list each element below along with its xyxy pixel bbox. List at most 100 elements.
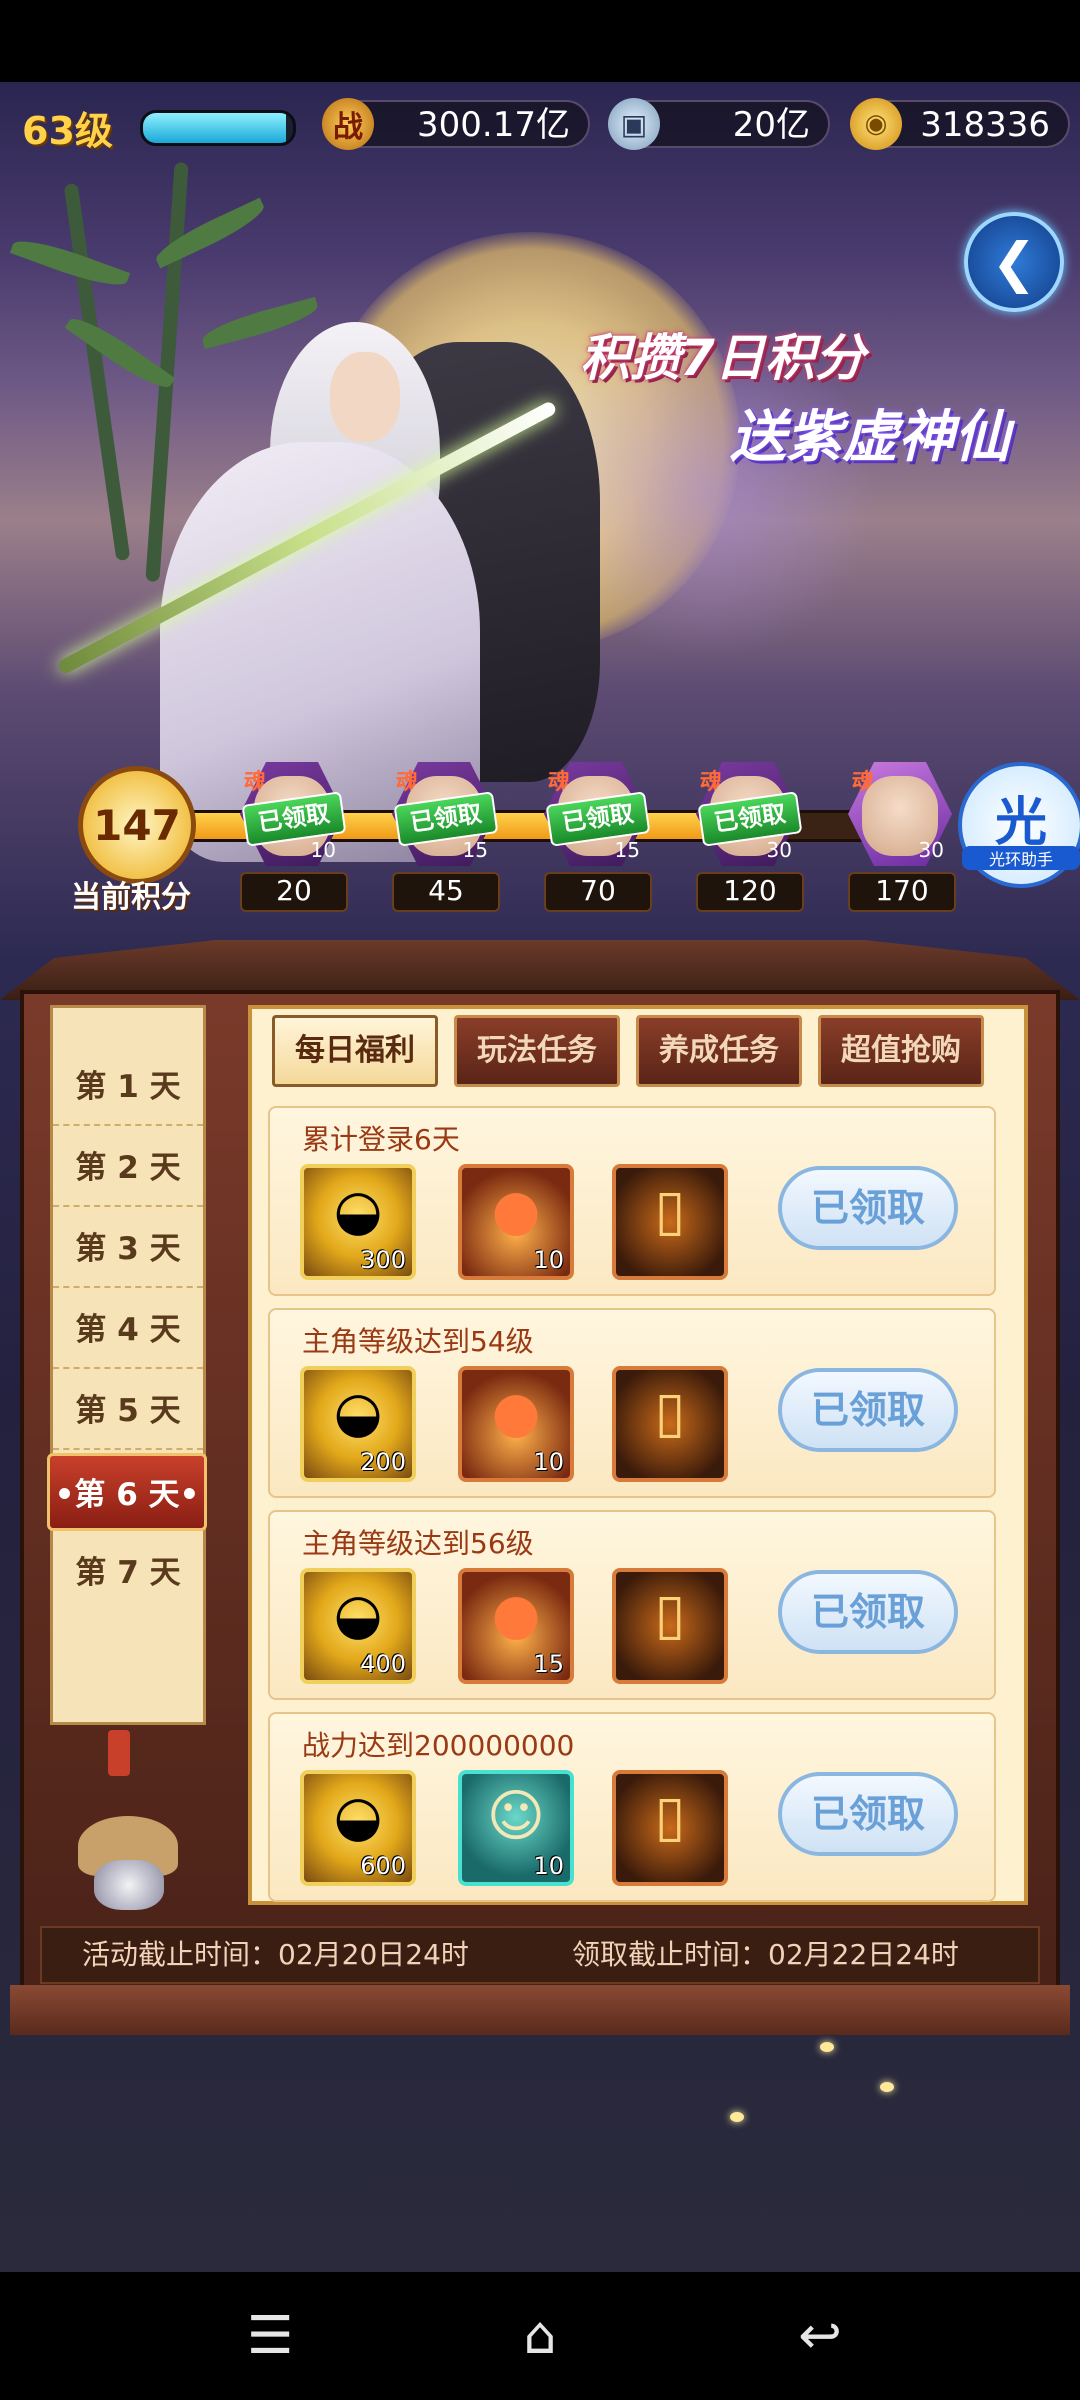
menu-icon: ☰	[246, 2306, 294, 2366]
reward-node-5[interactable]: 魂 30	[848, 762, 952, 866]
item-count: 200	[360, 1448, 406, 1476]
banner-line-1: 积攒7日积分	[580, 329, 865, 387]
tab-growth-tasks[interactable]: 养成任务	[636, 1015, 802, 1087]
hero-illustration	[40, 282, 600, 862]
gold-ingot-icon: ◒	[333, 1178, 383, 1243]
reward-node-1[interactable]: 魂 已领取 10	[240, 762, 347, 866]
ticket-icon: ▯	[654, 1178, 686, 1243]
ticket-icon: ▯	[654, 1582, 686, 1647]
task-title: 累计登录6天	[302, 1123, 460, 1156]
node-score: 45	[392, 872, 500, 912]
reward-item[interactable]: ● 10	[458, 1366, 574, 1482]
exp-bar	[140, 110, 296, 146]
item-count: 600	[360, 1852, 406, 1880]
task-title: 主角等级达到56级	[302, 1527, 534, 1560]
node-count: 10	[310, 838, 336, 862]
day-tab-5[interactable]: 第 5 天	[53, 1372, 203, 1450]
back-button[interactable]: ❮	[964, 212, 1064, 312]
day-tab-2[interactable]: 第 2 天	[53, 1129, 203, 1207]
node-count: 15	[462, 838, 488, 862]
reward-item[interactable]: ◒ 300	[300, 1164, 416, 1280]
claim-deadline: 领取截止时间：02月22日24时	[572, 1938, 959, 1971]
day-tab-7[interactable]: 第 7 天	[53, 1534, 203, 1612]
assistant-label: 光环助手	[962, 846, 1080, 870]
system-nav-bar: ☰ ⌂ ↩	[0, 2272, 1080, 2400]
task-card: 主角等级达到56级 ◒ 400 ● 15 ▯ 已领取	[268, 1510, 996, 1700]
orb-icon: ●	[491, 1582, 541, 1647]
home-icon: ⌂	[523, 2306, 557, 2366]
orb-icon: ●	[491, 1380, 541, 1445]
day-tab-3[interactable]: 第 3 天	[53, 1210, 203, 1288]
node-count: 30	[918, 838, 944, 862]
day-tab-6[interactable]: •第 6 天•	[47, 1453, 207, 1531]
reward-item[interactable]: ◒ 600	[300, 1770, 416, 1886]
player-level: 63级	[22, 109, 113, 153]
back-nav-button[interactable]: ↩	[760, 2292, 880, 2380]
deadline-bar: 活动截止时间：02月20日24时 领取截止时间：02月22日24时	[40, 1926, 1040, 1984]
ticket-icon: ▯	[654, 1784, 686, 1849]
reward-item[interactable]: ▯	[612, 1568, 728, 1684]
tassel-icon	[108, 1730, 130, 1776]
reward-item[interactable]: ◒ 200	[300, 1366, 416, 1482]
day-tab-1[interactable]: 第 1 天	[53, 1048, 203, 1126]
node-score: 20	[240, 872, 348, 912]
reward-item[interactable]: ▯	[612, 1366, 728, 1482]
menu-button[interactable]: ☰	[210, 2292, 330, 2380]
reward-item[interactable]: ● 15	[458, 1568, 574, 1684]
reward-item[interactable]: ● 10	[458, 1164, 574, 1280]
day-sidebar: 第 1 天 第 2 天 第 3 天 第 4 天 第 5 天 •第 6 天• 第 …	[47, 1005, 207, 1725]
task-title: 主角等级达到54级	[302, 1325, 534, 1358]
item-count: 10	[533, 1852, 564, 1880]
orb-icon: ●	[491, 1178, 541, 1243]
task-title: 战力达到200000000	[302, 1729, 575, 1762]
tab-gameplay-tasks[interactable]: 玩法任务	[454, 1015, 620, 1087]
day-tab-4[interactable]: 第 4 天	[53, 1291, 203, 1369]
gold-ingot-icon: ◒	[333, 1380, 383, 1445]
node-count: 30	[766, 838, 792, 862]
reward-item[interactable]: ☺ 10	[458, 1770, 574, 1886]
reward-item[interactable]: ▯	[612, 1770, 728, 1886]
node-count: 15	[614, 838, 640, 862]
task-card: 累计登录6天 ◒ 300 ● 10 ▯ 已领取	[268, 1106, 996, 1296]
battle-power-icon: 战	[322, 98, 374, 150]
item-count: 400	[360, 1650, 406, 1678]
node-score: 70	[544, 872, 652, 912]
gold-ingot-icon: ◉	[850, 98, 902, 150]
item-count: 15	[533, 1650, 564, 1678]
hero-chest-icon: ☺	[486, 1784, 546, 1849]
home-button[interactable]: ⌂	[480, 2292, 600, 2380]
claimed-button[interactable]: 已领取	[778, 1570, 958, 1654]
claimed-button[interactable]: 已领取	[778, 1166, 958, 1250]
node-score: 120	[696, 872, 804, 912]
coin-icon: ▣	[608, 98, 660, 150]
reward-node-3[interactable]: 魂 已领取 15	[544, 762, 651, 866]
pavilion-base	[10, 1985, 1070, 2035]
tab-daily-welfare[interactable]: 每日福利	[272, 1015, 438, 1087]
banner-line-2: 送紫虚神仙	[730, 405, 1010, 470]
item-count: 10	[533, 1448, 564, 1476]
back-arrow-icon: ❮	[991, 230, 1037, 294]
assistant-icon: 光	[994, 793, 1047, 853]
reward-node-2[interactable]: 魂 已领取 15	[392, 762, 499, 866]
bonsai-decoration	[50, 1730, 206, 1910]
claimed-button[interactable]: 已领取	[778, 1368, 958, 1452]
return-icon: ↩	[798, 2306, 842, 2366]
item-count: 300	[360, 1246, 406, 1274]
activity-deadline: 活动截止时间：02月20日24时	[82, 1938, 469, 1971]
task-card: 主角等级达到54级 ◒ 200 ● 10 ▯ 已领取	[268, 1308, 996, 1498]
ticket-icon: ▯	[654, 1380, 686, 1445]
reward-item[interactable]: ◒ 400	[300, 1568, 416, 1684]
current-score: 147	[78, 766, 196, 884]
item-count: 10	[533, 1246, 564, 1274]
reward-node-4[interactable]: 魂 已领取 30	[696, 762, 803, 866]
gold-ingot-icon: ◒	[333, 1582, 383, 1647]
task-card: 战力达到200000000 ◒ 600 ☺ 10 ▯ 已领取	[268, 1712, 996, 1902]
current-score-label: 当前积分	[71, 880, 191, 915]
halo-assistant-button[interactable]: 光 光环助手	[958, 762, 1080, 888]
claimed-button[interactable]: 已领取	[778, 1772, 958, 1856]
node-score: 170	[848, 872, 956, 912]
gold-ingot-icon: ◒	[333, 1784, 383, 1849]
tab-value-purchase[interactable]: 超值抢购	[818, 1015, 984, 1087]
reward-item[interactable]: ▯	[612, 1164, 728, 1280]
status-bar	[0, 0, 1080, 82]
